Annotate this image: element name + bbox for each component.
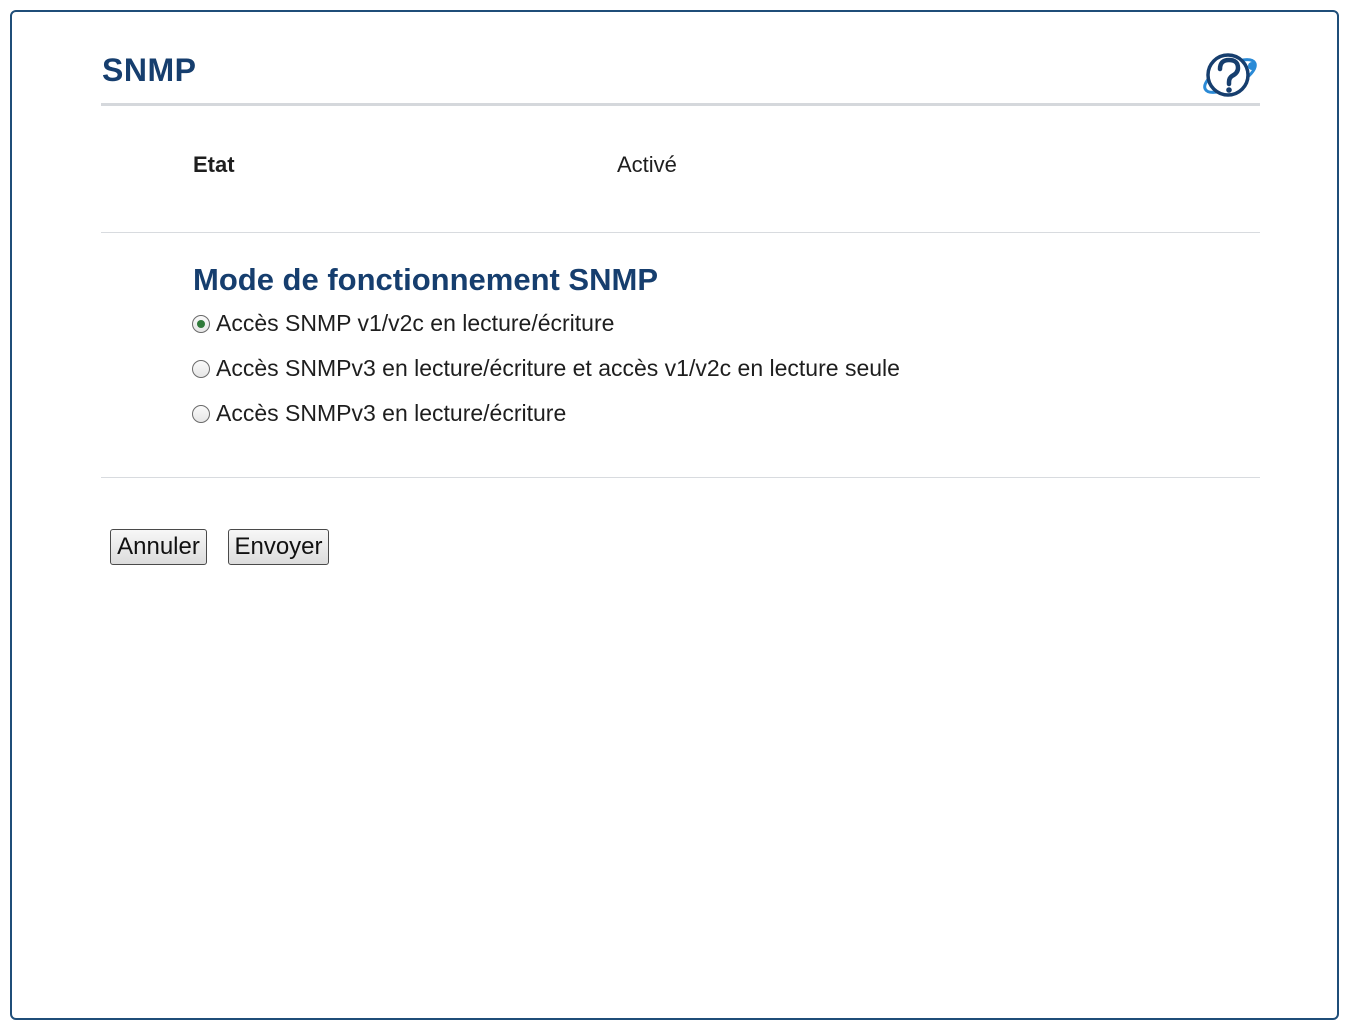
form-divider — [101, 477, 1260, 478]
help-icon[interactable] — [1200, 50, 1260, 102]
radio-button[interactable] — [192, 359, 210, 378]
radio-option-label: Accès SNMPv3 en lecture/écriture et accè… — [216, 355, 900, 381]
title-divider — [101, 103, 1260, 106]
radio-button[interactable] — [192, 314, 210, 333]
status-value: Activé — [617, 152, 677, 177]
page-title: SNMP — [102, 52, 197, 88]
radio-option-v1v2c-rw[interactable]: Accès SNMP v1/v2c en lecture/écriture — [192, 310, 614, 337]
submit-button[interactable]: Envoyer — [228, 529, 329, 565]
radio-option-v3-rw[interactable]: Accès SNMPv3 en lecture/écriture — [192, 400, 566, 427]
cancel-button[interactable]: Annuler — [110, 529, 207, 565]
radio-option-label: Accès SNMPv3 en lecture/écriture — [216, 400, 567, 426]
status-label: Etat — [193, 152, 235, 177]
radio-option-label: Accès SNMP v1/v2c en lecture/écriture — [216, 310, 615, 336]
radio-button[interactable] — [192, 404, 210, 423]
section-title: Mode de fonctionnement SNMP — [193, 262, 658, 297]
section-divider — [101, 232, 1260, 233]
radio-option-v3-rw-v1v2c-ro[interactable]: Accès SNMPv3 en lecture/écriture et accè… — [192, 355, 900, 382]
